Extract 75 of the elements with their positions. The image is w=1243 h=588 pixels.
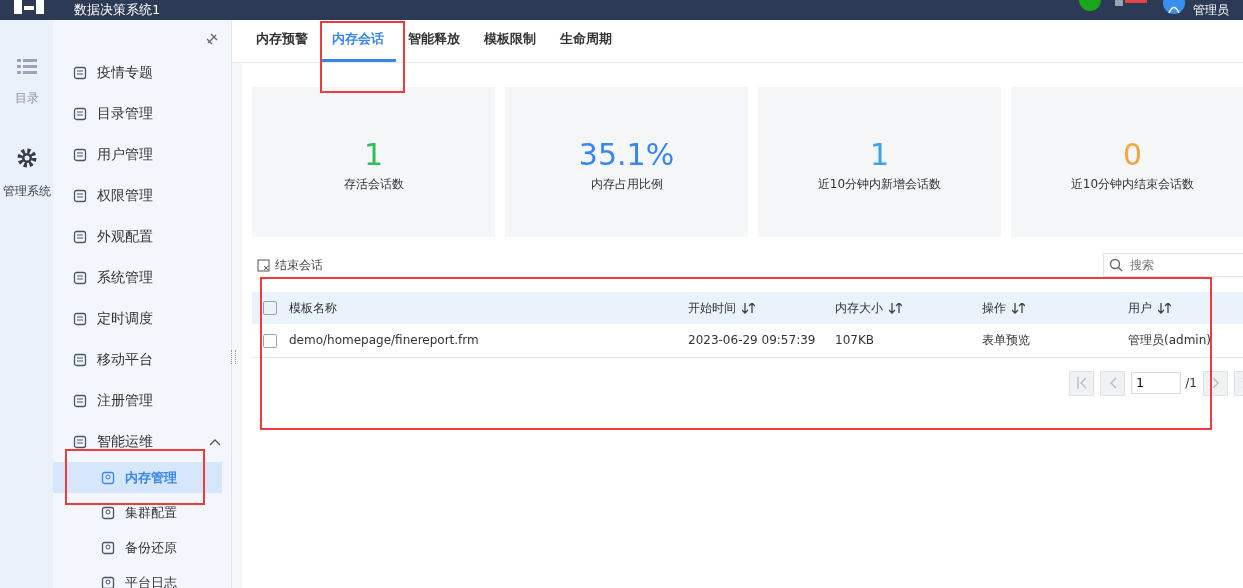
sidebar-item[interactable]: 目录管理 [53, 93, 231, 134]
close-box-icon [257, 258, 270, 272]
sidebar-item[interactable]: 疫情专题 [53, 52, 231, 93]
column-header[interactable]: 开始时间 [688, 300, 736, 315]
chevron-left-icon [1108, 377, 1117, 389]
menu-item-icon [73, 434, 87, 449]
table-cell: 107KB [834, 324, 981, 357]
menu-item-icon [101, 470, 115, 485]
menu-item-icon [73, 106, 87, 121]
sidebar-item[interactable]: 注册管理 [53, 380, 231, 421]
sidebar-subitem[interactable]: 集群配置 [53, 497, 222, 528]
column-header[interactable]: 模板名称 [289, 300, 337, 315]
sidebar-item[interactable]: 外观配置 [53, 216, 231, 257]
sidebar-subitem[interactable]: 平台日志 [53, 567, 222, 588]
table-cell: 2023-06-29 09:57:39 [687, 324, 834, 357]
stat-value: 35.1% [578, 137, 675, 172]
tab[interactable]: 内存会话 [320, 20, 396, 62]
tab[interactable]: 智能释放 [396, 20, 472, 62]
chevron-right-icon [1211, 377, 1220, 389]
sort-icon[interactable] [742, 302, 755, 314]
menu-item-icon [73, 188, 87, 203]
sidebar-item[interactable]: 权限管理 [53, 175, 231, 216]
sort-icon[interactable] [1012, 302, 1025, 314]
table-cell: 管理员(admin) [1127, 324, 1243, 357]
user-name[interactable]: 管理员 [1193, 2, 1229, 18]
sidebar-subitem[interactable]: 备份还原 [53, 532, 222, 563]
column-header[interactable]: 操作 [982, 300, 1006, 315]
sidebar-item[interactable]: 智能运维 [53, 421, 231, 462]
checkbox[interactable] [263, 333, 277, 348]
stat-label: 近10分钟内结束会话数 [1070, 175, 1195, 193]
menu-item-icon [73, 352, 87, 367]
menu-item-icon [73, 229, 87, 244]
table-cell: 表单预览 [981, 324, 1127, 357]
sidebar-item[interactable]: 定时调度 [53, 298, 231, 339]
end-session-button[interactable]: 结束会话 [257, 256, 323, 274]
sidebar-item[interactable]: 系统管理 [53, 257, 231, 298]
stat-label: 近10分钟内新增会话数 [817, 175, 942, 193]
rail-item[interactable]: 管理系统 [2, 147, 51, 200]
menu-item-icon [73, 270, 87, 285]
column-header[interactable]: 内存大小 [835, 300, 883, 315]
menu-item-icon [101, 540, 115, 555]
stat-value: 0 [1122, 137, 1143, 172]
menu-item-icon [73, 311, 87, 326]
avatar-icon[interactable] [1163, 0, 1185, 14]
stat-value: 1 [363, 137, 384, 172]
first-page-icon [1076, 377, 1087, 389]
search-icon [1109, 258, 1123, 272]
stat-label: 内存占用比例 [590, 175, 663, 193]
menu-item-icon [101, 505, 115, 520]
menu-item-icon [73, 65, 87, 80]
tab[interactable]: 内存预警 [244, 20, 320, 62]
chevron-icon[interactable] [209, 437, 221, 446]
menu-item-icon [73, 393, 87, 408]
pin-icon[interactable] [205, 32, 219, 46]
window-title: 数据决策系统1 [74, 2, 161, 18]
gear-icon [15, 147, 38, 169]
page-total: /1 [1185, 376, 1197, 390]
next-page-button[interactable] [1203, 370, 1228, 396]
checkbox[interactable] [263, 301, 277, 316]
menu-item-icon [101, 575, 115, 588]
column-header[interactable]: 用户 [1128, 300, 1152, 315]
page-input[interactable]: 1 [1131, 372, 1182, 394]
sidebar-item[interactable]: 移动平台 [53, 339, 231, 380]
sort-icon[interactable] [889, 302, 902, 314]
sidebar-item[interactable]: 用户管理 [53, 134, 231, 175]
list-icon [16, 58, 37, 76]
stat-value: 1 [869, 137, 890, 172]
menu-item-icon [73, 147, 87, 162]
search-field[interactable]: 搜索 [1103, 253, 1243, 277]
tab[interactable]: 模板限制 [472, 20, 548, 62]
resize-handle[interactable] [231, 350, 236, 364]
stat-label: 存活会话数 [343, 175, 404, 193]
table-cell: demo/homepage/finereport.frm [288, 324, 687, 357]
sort-icon[interactable] [1158, 302, 1171, 314]
tab[interactable]: 生命周期 [548, 20, 624, 62]
